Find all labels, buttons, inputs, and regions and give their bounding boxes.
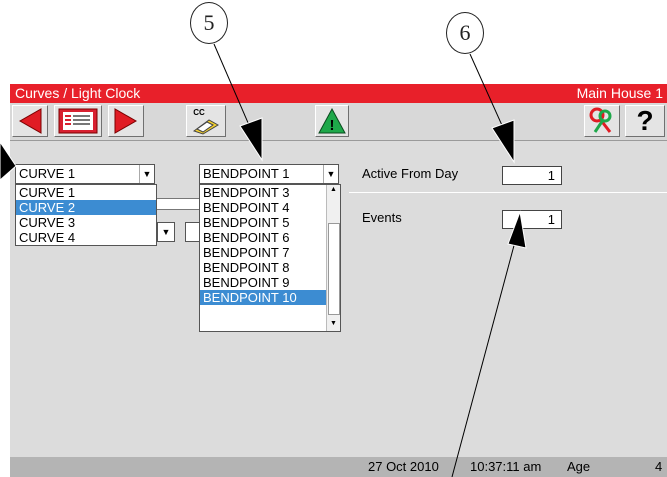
callout-arrows xyxy=(0,43,527,477)
curve-arrowhead xyxy=(0,141,17,181)
callout-5-line xyxy=(213,43,253,133)
callout-6-arrowhead xyxy=(491,119,515,164)
events-pointer-line xyxy=(451,237,517,477)
callout-5-arrowhead xyxy=(239,117,263,162)
events-arrowhead xyxy=(507,210,527,249)
callout-6-line xyxy=(469,53,506,133)
